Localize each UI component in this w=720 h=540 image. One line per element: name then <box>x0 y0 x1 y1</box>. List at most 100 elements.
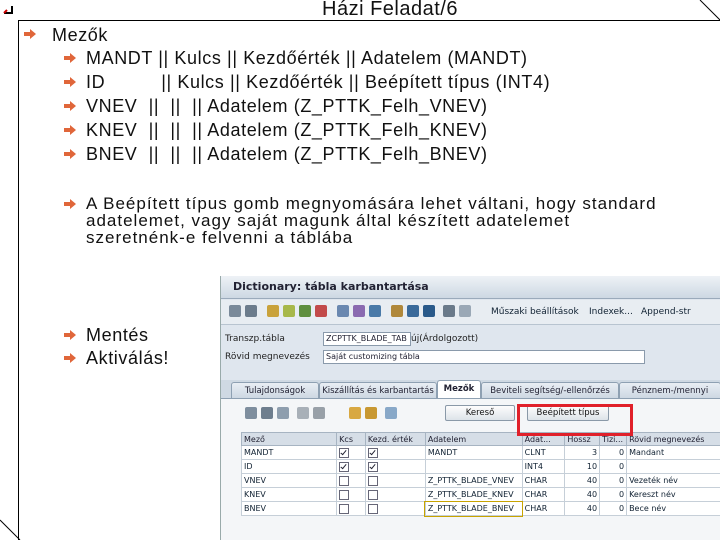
cell-data-element[interactable] <box>424 459 523 474</box>
navigation-icon[interactable] <box>391 305 403 317</box>
paste-icon[interactable] <box>277 407 289 419</box>
field-line-knev: KNEV || || || Adatelem (Z_PTTK_Felh_KNEV… <box>86 120 488 140</box>
cell-data-type: CHAR <box>521 487 566 502</box>
cell-initial[interactable] <box>364 473 426 488</box>
cell-data-element[interactable]: MANDT <box>424 445 523 460</box>
field-line-id: ID || Kulcs || Kezdőérték || Beépített t… <box>86 72 551 92</box>
fields-table: Mező Kcs Kezd. érték Adatelem Adat... Ho… <box>240 432 720 517</box>
info-icon[interactable] <box>407 305 419 317</box>
tab-currency-quantity[interactable]: Pénznem-/mennyi <box>619 382 720 399</box>
cell-initial[interactable] <box>364 445 426 460</box>
cell-key[interactable] <box>336 473 366 488</box>
display-change-icon[interactable] <box>283 305 295 317</box>
column-header-field[interactable]: Mező <box>240 432 338 446</box>
table-row[interactable]: BNEV Z_PTTK_BLADE_BNEV CHAR 40 0 Bece né… <box>240 500 720 517</box>
indexes-button[interactable]: Indexek... <box>589 307 633 317</box>
explanation-paragraph: A Beépített típus gomb megnyomására lehe… <box>86 194 657 247</box>
tab-delivery-maintenance[interactable]: Kiszállítás és karbantartás <box>319 382 437 399</box>
tab-strip: Tulajdonságok Kiszállítás és karbantartá… <box>221 380 720 399</box>
cell-data-element[interactable]: Z_PTTK_BLADE_VNEV <box>424 473 523 488</box>
short-description-label: Rövid megnevezés <box>225 352 310 362</box>
cell-key[interactable] <box>336 459 366 474</box>
step-activate: Aktiválás! <box>86 348 170 368</box>
initial-checkbox[interactable] <box>367 489 378 500</box>
table-row[interactable]: ID INT4 10 0 <box>240 459 720 474</box>
field-line-vnev: VNEV || || || Adatelem (Z_PTTK_Felh_VNEV… <box>86 96 488 116</box>
copy-icon[interactable] <box>261 407 273 419</box>
tree-icon[interactable] <box>443 305 455 317</box>
append-structure-button[interactable]: Append-str <box>641 307 691 317</box>
display-object-list-icon[interactable] <box>369 305 381 317</box>
initial-checkbox[interactable] <box>367 475 378 486</box>
builtin-type-highlight-box <box>517 404 633 436</box>
cut-icon[interactable] <box>245 407 257 419</box>
cell-field[interactable]: ID <box>240 459 338 474</box>
where-used-icon[interactable] <box>337 305 349 317</box>
table-row[interactable]: MANDT MANDT CLNT 3 0 Mandant <box>240 445 720 460</box>
cell-data-type[interactable]: INT4 <box>521 459 566 474</box>
column-header-short-description[interactable]: Rövid megnevezés <box>626 432 720 446</box>
initial-checkbox[interactable] <box>367 503 378 514</box>
back-icon[interactable] <box>229 305 241 317</box>
insert-row-icon[interactable] <box>297 407 309 419</box>
tab-input-help-check[interactable]: Beviteli segítség/-ellenőrzés <box>481 382 619 399</box>
bullet-arrow-icon <box>64 101 76 111</box>
cell-length[interactable]: 10 <box>564 459 601 474</box>
cell-field[interactable]: MANDT <box>240 445 338 460</box>
layout-icon[interactable] <box>459 305 471 317</box>
table-name-field[interactable]: ZCPTTK_BLADE_TAB <box>323 332 411 346</box>
group-icon[interactable] <box>385 407 397 419</box>
tab-properties[interactable]: Tulajdonságok <box>231 382 319 399</box>
sap-window-title: Dictionary: tábla karbantartása <box>233 280 429 293</box>
column-header-key[interactable]: Kcs <box>336 432 366 446</box>
table-row[interactable]: KNEV Z_PTTK_BLADE_KNEV CHAR 40 0 Kereszt… <box>240 487 720 502</box>
help-icon[interactable] <box>423 305 435 317</box>
cell-data-element-selected[interactable]: Z_PTTK_BLADE_BNEV <box>424 500 524 517</box>
cell-key[interactable] <box>336 501 366 516</box>
cell-short-description: Vezeték név <box>626 473 720 488</box>
key-checkbox[interactable] <box>339 489 350 500</box>
hierarchy-icon[interactable] <box>353 305 365 317</box>
cell-field[interactable]: BNEV <box>240 501 338 516</box>
short-description-field[interactable]: Saját customizing tábla <box>323 350 645 364</box>
foreign-key-icon[interactable] <box>365 407 377 419</box>
activate-icon[interactable] <box>315 305 327 317</box>
sap-title-bar: Dictionary: tábla karbantartása <box>221 276 720 299</box>
table-row[interactable]: VNEV Z_PTTK_BLADE_VNEV CHAR 40 0 Vezeték… <box>240 473 720 488</box>
cell-short-description[interactable] <box>626 459 720 474</box>
frame-left-line <box>18 20 19 540</box>
search-help-icon[interactable] <box>349 407 361 419</box>
search-help-button[interactable]: Kereső <box>445 405 515 421</box>
cell-field[interactable]: VNEV <box>240 473 338 488</box>
forward-icon[interactable] <box>245 305 257 317</box>
field-line-bnev: BNEV || || || Adatelem (Z_PTTK_Felh_BNEV… <box>86 144 488 164</box>
cell-key[interactable] <box>336 445 366 460</box>
delete-row-icon[interactable] <box>313 407 325 419</box>
cell-initial[interactable] <box>364 487 426 502</box>
initial-checkbox[interactable] <box>367 447 378 458</box>
step-save: Mentés <box>86 325 149 345</box>
tab-fields[interactable]: Mezők <box>437 380 481 399</box>
cell-initial[interactable] <box>364 501 426 516</box>
cell-decimals[interactable]: 0 <box>599 459 628 474</box>
table-name-label: Transzp.tábla <box>225 334 285 344</box>
edit-pencil-icon[interactable] <box>267 305 279 317</box>
key-checkbox[interactable] <box>339 461 350 472</box>
cell-data-element[interactable]: Z_PTTK_BLADE_KNEV <box>424 487 523 502</box>
technical-settings-button[interactable]: Műszaki beállítások <box>491 307 579 317</box>
cell-key[interactable] <box>336 487 366 502</box>
cell-data-type: CHAR <box>521 473 566 488</box>
cell-initial[interactable] <box>364 459 426 474</box>
bullet-arrow-icon <box>64 149 76 159</box>
column-header-initial[interactable]: Kezd. érték <box>364 432 426 446</box>
cell-length: 40 <box>564 487 601 502</box>
column-header-data-element[interactable]: Adatelem <box>424 432 523 446</box>
key-checkbox[interactable] <box>339 503 350 514</box>
cell-field[interactable]: KNEV <box>240 487 338 502</box>
key-checkbox[interactable] <box>339 447 350 458</box>
initial-checkbox[interactable] <box>367 461 378 472</box>
check-icon[interactable] <box>299 305 311 317</box>
heading-fields: Mezők <box>52 25 109 45</box>
cell-short-description: Bece név <box>626 501 720 516</box>
key-checkbox[interactable] <box>339 475 350 486</box>
